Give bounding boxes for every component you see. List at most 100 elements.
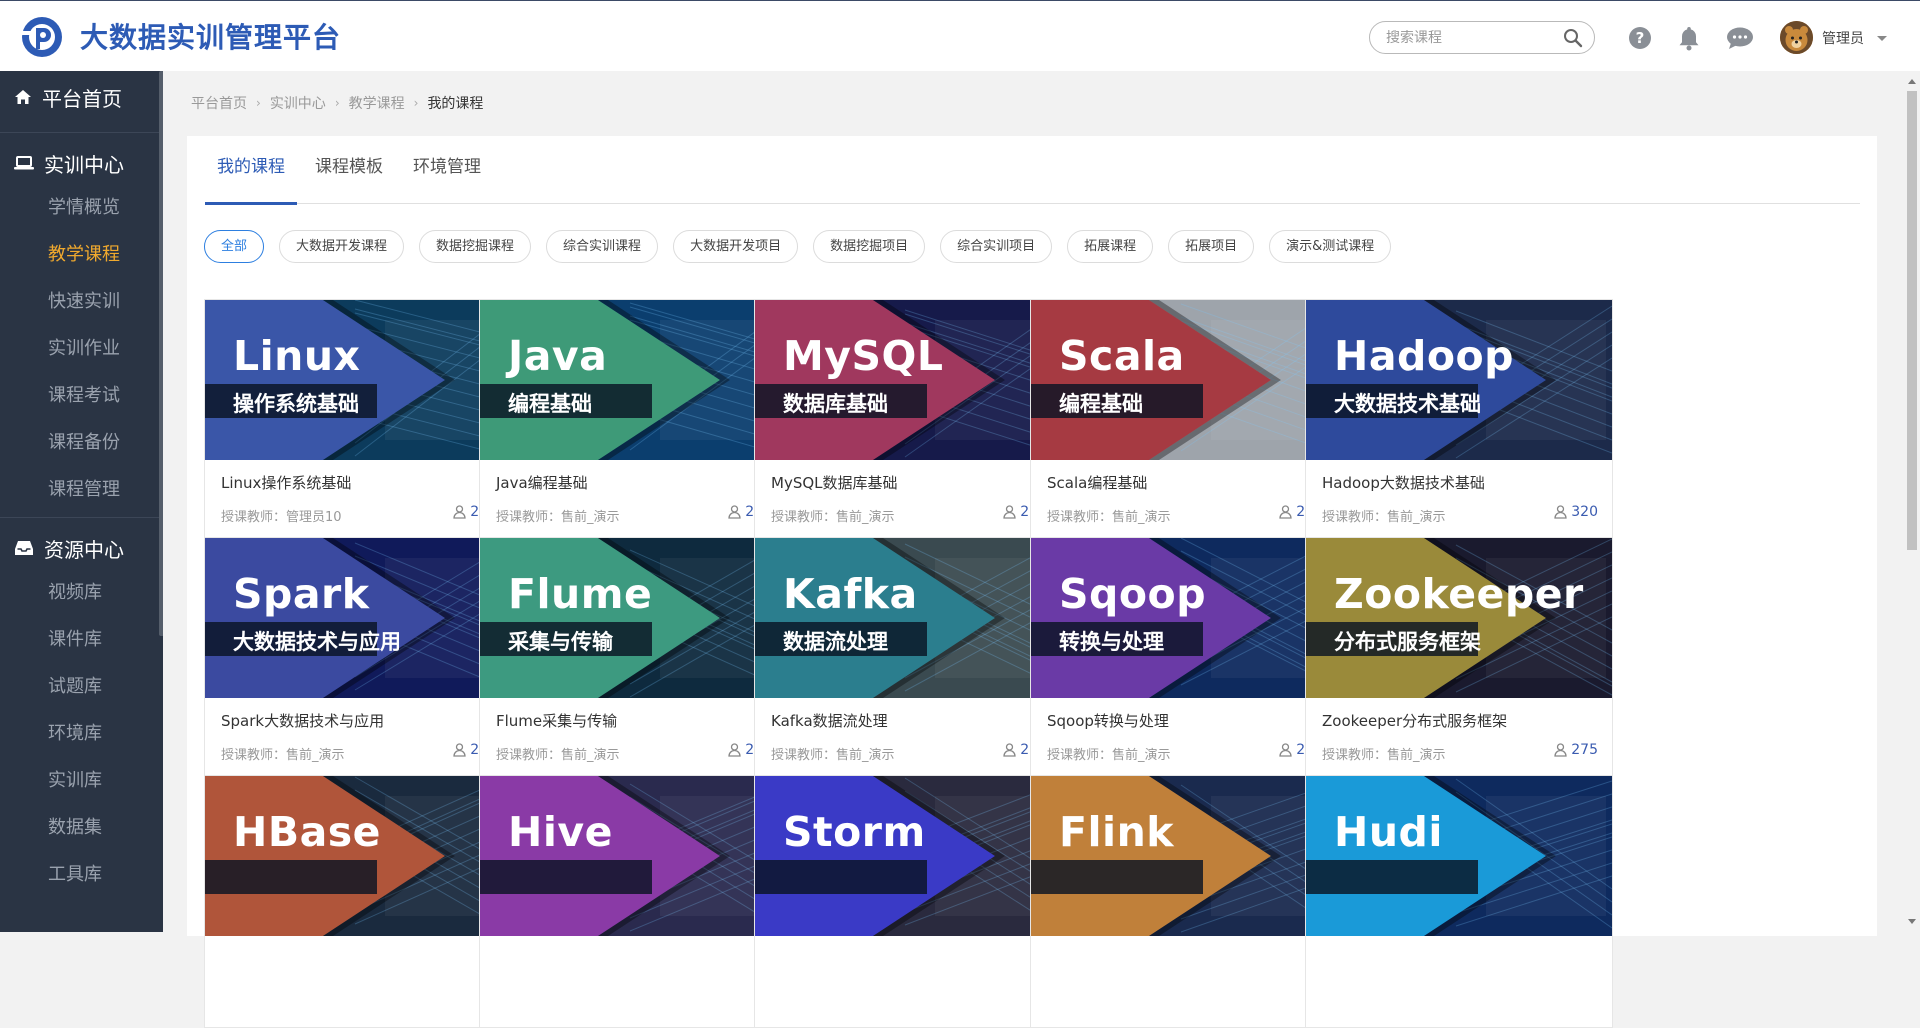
cover-subtitle: 大数据技术基础 bbox=[1334, 392, 1481, 416]
sidebar-resource-item[interactable]: 工具库 bbox=[0, 851, 163, 898]
course-card[interactable]: MySQL 数据库基础 MySQL数据库基础 授课教师：售前_演示 281 bbox=[754, 299, 1062, 552]
notification-bell-icon[interactable] bbox=[1677, 25, 1701, 51]
filter-chip[interactable]: 大数据开发课程 bbox=[279, 230, 405, 263]
course-cover[interactable]: Linux 操作系统基础 bbox=[205, 300, 511, 460]
cover-subtitle: 转换与处理 bbox=[1059, 630, 1164, 654]
filter-chip[interactable]: 大数据开发项目 bbox=[673, 230, 799, 263]
course-panel: 我的课程 课程模板 环境管理 全部 大数据开发课程 数据挖掘课程 综合实训课程 大数据开… bbox=[187, 136, 1877, 1028]
course-cover[interactable]: Zookeeper 分布式服务框架 bbox=[1306, 538, 1612, 698]
filter-chip[interactable]: 拓展项目 bbox=[1168, 230, 1255, 263]
course-card[interactable]: Zookeeper 分布式服务框架 Zookeeper分布式服务框架 授课教师：… bbox=[1305, 537, 1613, 790]
user-icon bbox=[1279, 505, 1292, 519]
help-icon[interactable]: ? bbox=[1628, 26, 1652, 50]
breadcrumb-teaching[interactable]: 教学课程 bbox=[349, 93, 405, 113]
course-card[interactable]: Flume 采集与传输 Flume采集与传输 授课教师：售前_演示 281 bbox=[479, 537, 787, 790]
search-icon[interactable] bbox=[1563, 28, 1583, 52]
chevron-down-icon[interactable] bbox=[1876, 28, 1888, 47]
sidebar-resource-item[interactable]: 课件库 bbox=[0, 616, 163, 663]
sidebar-resource-item[interactable]: 试题库 bbox=[0, 663, 163, 710]
sidebar-training-item[interactable]: 实训作业 bbox=[0, 325, 163, 372]
course-cover[interactable]: Flume 采集与传输 bbox=[480, 538, 786, 698]
course-cover[interactable]: Scala 编程基础 bbox=[1031, 300, 1337, 460]
sidebar-resources-label: 资源中心 bbox=[44, 537, 124, 562]
sidebar-section-resources[interactable]: 资源中心 bbox=[0, 527, 163, 569]
sidebar-resource-item[interactable]: 环境库 bbox=[0, 710, 163, 757]
cover-subtitle: 大数据技术与应用 bbox=[233, 630, 401, 654]
course-cover[interactable]: Kafka 数据流处理 bbox=[755, 538, 1061, 698]
message-icon[interactable] bbox=[1726, 26, 1754, 50]
search-input[interactable] bbox=[1386, 29, 1556, 46]
course-card[interactable]: Java 编程基础 Java编程基础 授课教师：售前_演示 285 bbox=[479, 299, 787, 552]
filter-chip[interactable]: 综合实训项目 bbox=[940, 230, 1053, 263]
course-cover[interactable]: Hive bbox=[480, 776, 786, 936]
course-name[interactable]: Kafka数据流处理 bbox=[771, 710, 888, 731]
course-name[interactable]: Spark大数据技术与应用 bbox=[221, 710, 384, 731]
cover-title: Java bbox=[508, 332, 608, 380]
course-cover[interactable]: Storm bbox=[755, 776, 1061, 936]
course-card[interactable]: Hive bbox=[479, 775, 787, 1028]
tab-my-courses[interactable]: 我的课程 bbox=[205, 136, 297, 205]
sidebar-training-item[interactable]: 教学课程 bbox=[0, 231, 163, 278]
course-name[interactable]: Scala编程基础 bbox=[1047, 472, 1147, 493]
filter-chip[interactable]: 数据挖掘项目 bbox=[813, 230, 926, 263]
course-cover[interactable]: Sqoop 转换与处理 bbox=[1031, 538, 1337, 698]
breadcrumb-training[interactable]: 实训中心 bbox=[270, 93, 326, 113]
filter-chip[interactable]: 全部 bbox=[204, 230, 265, 263]
course-cover[interactable]: Spark 大数据技术与应用 bbox=[205, 538, 511, 698]
scrollbar-thumb[interactable] bbox=[1907, 91, 1917, 550]
sidebar-resource-item[interactable]: 实训库 bbox=[0, 757, 163, 804]
course-card[interactable]: Spark 大数据技术与应用 Spark大数据技术与应用 授课教师：售前_演示 … bbox=[204, 537, 512, 790]
course-name[interactable]: Sqoop转换与处理 bbox=[1047, 710, 1169, 731]
course-card[interactable]: Linux 操作系统基础 Linux操作系统基础 授课教师：管理员10 290 bbox=[204, 299, 512, 552]
course-name[interactable]: Linux操作系统基础 bbox=[221, 472, 351, 493]
filter-chip[interactable]: 数据挖掘课程 bbox=[419, 230, 532, 263]
course-card[interactable]: Hudi bbox=[1305, 775, 1613, 1028]
logo[interactable]: 大数据实训管理平台 bbox=[18, 13, 341, 59]
course-name[interactable]: MySQL数据库基础 bbox=[771, 472, 898, 493]
course-cover[interactable]: HBase bbox=[205, 776, 511, 936]
course-card[interactable]: Storm bbox=[754, 775, 1062, 1028]
course-cover[interactable]: Hadoop 大数据技术基础 bbox=[1306, 300, 1612, 460]
avatar[interactable] bbox=[1780, 21, 1813, 54]
tab-environment[interactable]: 环境管理 bbox=[401, 136, 493, 204]
cover-subtitle: 数据流处理 bbox=[783, 630, 888, 654]
sidebar-item-home[interactable]: 平台首页 bbox=[0, 71, 163, 123]
sidebar-resource-item[interactable]: 数据集 bbox=[0, 804, 163, 851]
course-card[interactable]: Hadoop 大数据技术基础 Hadoop大数据技术基础 授课教师：售前_演示 … bbox=[1305, 299, 1613, 552]
course-card[interactable]: Flink bbox=[1030, 775, 1338, 1028]
breadcrumb-home[interactable]: 平台首页 bbox=[191, 93, 247, 113]
course-card[interactable]: Kafka 数据流处理 Kafka数据流处理 授课教师：售前_演示 279 bbox=[754, 537, 1062, 790]
sidebar-training-item[interactable]: 快速实训 bbox=[0, 278, 163, 325]
tab-course-templates[interactable]: 课程模板 bbox=[303, 136, 395, 204]
user-menu[interactable]: 管理员 bbox=[1780, 21, 1888, 54]
filter-chip[interactable]: 拓展课程 bbox=[1067, 230, 1154, 263]
sidebar-training-item[interactable]: 学情概览 bbox=[0, 184, 163, 231]
sidebar-section-training[interactable]: 实训中心 bbox=[0, 142, 163, 184]
filter-chip[interactable]: 演示&测试课程 bbox=[1269, 230, 1392, 263]
sidebar-training-item[interactable]: 课程管理 bbox=[0, 466, 163, 513]
course-card[interactable]: Sqoop 转换与处理 Sqoop转换与处理 授课教师：售前_演示 275 bbox=[1030, 537, 1338, 790]
cover-title: HBase bbox=[233, 808, 381, 856]
course-name[interactable]: Flume采集与传输 bbox=[496, 710, 617, 731]
scroll-down-icon[interactable] bbox=[1907, 918, 1917, 926]
search-box[interactable] bbox=[1369, 21, 1595, 54]
student-count-value: 320 bbox=[1571, 504, 1598, 520]
user-icon bbox=[453, 505, 466, 519]
page-scrollbar[interactable] bbox=[1903, 71, 1920, 932]
sidebar-training-item[interactable]: 课程备份 bbox=[0, 419, 163, 466]
sidebar-training-item[interactable]: 课程考试 bbox=[0, 372, 163, 419]
course-name[interactable]: Hadoop大数据技术基础 bbox=[1322, 472, 1485, 493]
user-name[interactable]: 管理员 bbox=[1822, 28, 1864, 48]
course-name[interactable]: Zookeeper分布式服务框架 bbox=[1322, 710, 1507, 731]
course-cover[interactable]: Java 编程基础 bbox=[480, 300, 786, 460]
course-card[interactable]: Scala 编程基础 Scala编程基础 授课教师：售前_演示 278 bbox=[1030, 299, 1338, 552]
sidebar-resource-item[interactable]: 视频库 bbox=[0, 569, 163, 616]
course-cover[interactable]: Hudi bbox=[1306, 776, 1612, 936]
course-cover[interactable]: MySQL 数据库基础 bbox=[755, 300, 1061, 460]
course-card[interactable]: HBase bbox=[204, 775, 512, 1028]
filter-chip[interactable]: 综合实训课程 bbox=[546, 230, 659, 263]
course-name[interactable]: Java编程基础 bbox=[496, 472, 588, 493]
scroll-up-icon[interactable] bbox=[1907, 77, 1917, 85]
course-cover[interactable]: Flink bbox=[1031, 776, 1337, 936]
cover-title: Hive bbox=[508, 808, 613, 856]
